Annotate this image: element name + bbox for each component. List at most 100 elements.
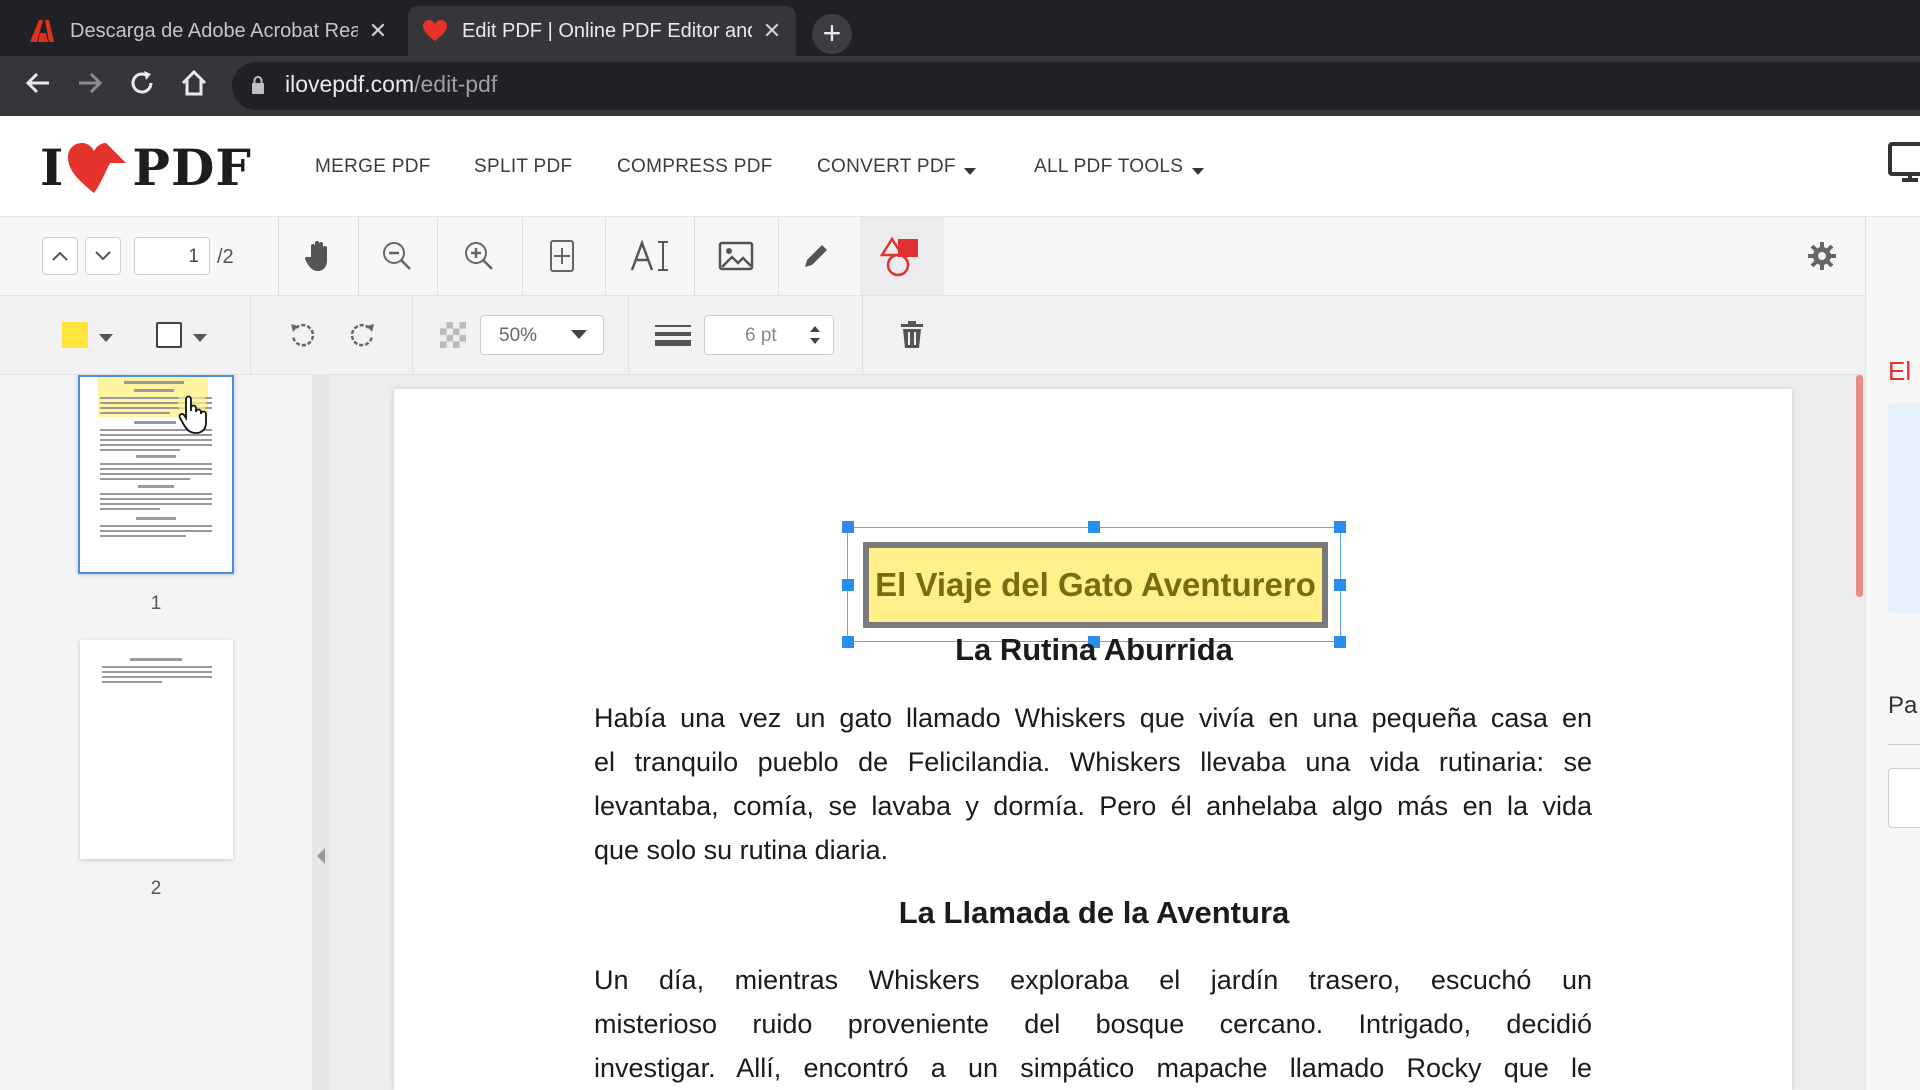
nav-compress-pdf[interactable]: COMPRESS PDF: [617, 156, 773, 178]
home-icon: [181, 69, 207, 96]
title-shape-box[interactable]: El Viaje del Gato Aventurero: [863, 542, 1328, 628]
rotate-left-icon: [291, 323, 315, 347]
divider: [278, 217, 279, 295]
thumbnail-page-2[interactable]: [80, 640, 233, 859]
resize-handle-top-right[interactable]: [1334, 521, 1346, 533]
thumbnails-scroll-gutter[interactable]: [312, 375, 330, 1090]
nav-merge-pdf[interactable]: MERGE PDF: [315, 156, 431, 178]
hand-tool-button[interactable]: [298, 236, 338, 276]
panel-field-label: Pa: [1888, 692, 1918, 719]
panel-input[interactable]: [1888, 768, 1920, 828]
thumbnail-page-number: 2: [150, 878, 162, 899]
paragraph-line: levantaba, comía, se lavaba y dormía. Pe…: [594, 791, 1592, 821]
divider: [694, 217, 695, 295]
rotate-right-icon: [350, 323, 374, 347]
reload-button[interactable]: [124, 68, 160, 104]
arrow-right-icon: [79, 72, 103, 94]
resize-handle-right[interactable]: [1334, 579, 1346, 591]
divider: [605, 217, 606, 295]
stepper-arrows-icon[interactable]: [809, 323, 821, 347]
opacity-value: 50%: [499, 325, 538, 346]
arrow-left-icon: [25, 72, 49, 94]
chevron-up-icon: [52, 251, 68, 261]
fill-color-swatch[interactable]: [62, 322, 88, 348]
url-text[interactable]: ilovepdf.com/edit-pdf: [285, 71, 497, 98]
adobe-icon: [28, 18, 56, 44]
page-preview: [102, 658, 212, 683]
delete-button[interactable]: [896, 318, 928, 352]
paragraph-line: Un día, mientras Whiskers exploraba el j…: [594, 965, 1592, 995]
ilovepdf-heart-icon: [422, 19, 448, 43]
heart-icon: [68, 142, 127, 193]
divider: [778, 217, 779, 295]
collapse-panel-arrow-icon[interactable]: [316, 848, 326, 869]
divider: [522, 217, 523, 295]
resize-handle-left[interactable]: [842, 579, 854, 591]
page-current-value: 1: [188, 246, 199, 267]
settings-button[interactable]: [1802, 236, 1842, 276]
zoom-out-button[interactable]: [377, 236, 417, 276]
caret-down-icon[interactable]: [193, 330, 207, 348]
site-header: [0, 116, 1920, 217]
page-number-input[interactable]: 1: [134, 237, 210, 275]
tab-title: Descarga de Adobe Acrobat Reader: [70, 19, 358, 42]
add-text-button[interactable]: [628, 236, 672, 276]
next-page-button[interactable]: [85, 237, 121, 275]
resize-handle-top-left[interactable]: [842, 521, 854, 533]
paragraph-line: que solo su rutina diaria.: [594, 835, 889, 865]
fit-page-icon: [550, 240, 574, 272]
url-path: /edit-pdf: [414, 71, 498, 97]
prev-page-button[interactable]: [42, 237, 78, 275]
caret-down-icon: [571, 330, 587, 339]
zoom-in-button[interactable]: [459, 236, 499, 276]
stroke-width-stepper[interactable]: 6 pt: [704, 315, 834, 355]
nav-all-pdf-tools[interactable]: ALL PDF TOOLS: [1034, 156, 1183, 178]
page-total: /2: [217, 246, 234, 268]
reload-icon: [131, 71, 153, 94]
tab-edit-pdf[interactable]: Edit PDF | Online PDF Editor and ✕: [408, 6, 796, 56]
nav-split-pdf[interactable]: SPLIT PDF: [474, 156, 572, 178]
close-icon[interactable]: ✕: [368, 18, 388, 44]
opacity-select[interactable]: 50%: [480, 315, 604, 355]
close-icon[interactable]: ✕: [762, 18, 782, 44]
shapes-icon: [880, 236, 918, 277]
opacity-icon: [440, 322, 466, 348]
add-image-button[interactable]: [714, 236, 758, 276]
pencil-icon: [805, 245, 827, 267]
desktop-icon[interactable]: [1888, 140, 1920, 197]
logo-wordmark: PDF: [132, 138, 252, 197]
thumbnail-page-number: 1: [150, 593, 162, 614]
rotate-left-button[interactable]: [286, 318, 320, 352]
shapes-tool-button[interactable]: [860, 217, 944, 295]
shape-properties-toolbar: [0, 296, 1865, 375]
panel-element-card[interactable]: [1888, 403, 1920, 613]
logo-letter: I: [40, 138, 65, 197]
rotate-right-button[interactable]: [345, 318, 379, 352]
panel-divider: [1888, 744, 1920, 745]
divider: [628, 296, 629, 374]
caret-down-icon: [964, 163, 976, 181]
divider: [412, 296, 413, 374]
border-style-swatch[interactable]: [156, 322, 182, 348]
properties-side-panel: [1865, 217, 1920, 1090]
tab-title: Edit PDF | Online PDF Editor and: [462, 19, 752, 42]
caret-down-icon[interactable]: [99, 330, 113, 348]
stroke-width-icon: [655, 323, 691, 352]
zoom-in-icon: [465, 242, 493, 270]
thumbnail-page-1[interactable]: [78, 375, 234, 574]
ilovepdf-logo[interactable]: I PDF: [40, 138, 252, 197]
section-heading: La Rutina Aburrida: [955, 632, 1233, 667]
resize-handle-top[interactable]: [1088, 521, 1100, 533]
back-button[interactable]: [20, 68, 56, 104]
home-button[interactable]: [176, 68, 212, 104]
panel-section-label: El: [1888, 356, 1912, 386]
nav-convert-pdf[interactable]: CONVERT PDF: [817, 156, 956, 178]
draw-button[interactable]: [796, 236, 836, 276]
lock-icon[interactable]: [250, 75, 266, 100]
new-tab-button[interactable]: +: [812, 14, 852, 54]
forward-button[interactable]: [72, 68, 108, 104]
tab-adobe-acrobat[interactable]: Descarga de Adobe Acrobat Reader ✕: [14, 6, 402, 56]
fit-page-button[interactable]: [542, 236, 582, 276]
document-scrollbar-thumb[interactable]: [1856, 375, 1863, 597]
url-domain: ilovepdf.com: [285, 71, 415, 97]
